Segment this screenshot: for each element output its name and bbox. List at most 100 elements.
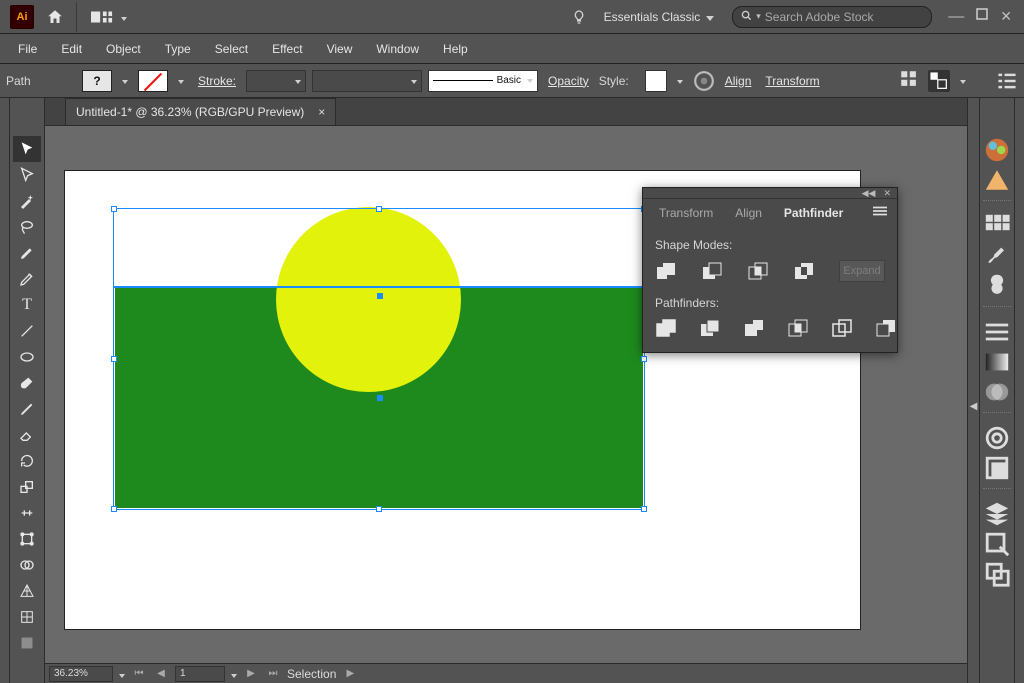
- line-segment-tool[interactable]: [13, 318, 41, 344]
- window-close-button[interactable]: ✕: [1000, 8, 1012, 26]
- curvature-tool[interactable]: [13, 266, 41, 292]
- status-play-button[interactable]: ▶: [342, 668, 358, 679]
- home-button[interactable]: [40, 2, 70, 32]
- artboard-number-field[interactable]: 1: [175, 666, 225, 682]
- last-artboard-button[interactable]: ⏭: [265, 668, 281, 679]
- crop-button[interactable]: [787, 318, 809, 338]
- type-tool[interactable]: T: [13, 292, 41, 318]
- appearance-panel-button[interactable]: [983, 424, 1011, 452]
- ellipse-tool[interactable]: [13, 344, 41, 370]
- panel-tab-align[interactable]: Align: [725, 201, 772, 225]
- selection-center-handle[interactable]: [377, 293, 383, 299]
- outline-button[interactable]: [831, 318, 853, 338]
- graphic-style-dropdown[interactable]: [673, 70, 687, 92]
- menu-edit[interactable]: Edit: [49, 36, 94, 62]
- stock-search-field[interactable]: ▾ Search Adobe Stock: [732, 6, 932, 28]
- unite-button[interactable]: [655, 261, 677, 281]
- asset-export-panel-button[interactable]: [983, 530, 1011, 558]
- paintbrush-tool[interactable]: [13, 370, 41, 396]
- color-guide-panel-button[interactable]: [983, 166, 1011, 194]
- trim-button[interactable]: [699, 318, 721, 338]
- edit-clip-button[interactable]: [928, 70, 950, 92]
- menu-view[interactable]: View: [315, 36, 365, 62]
- layers-panel-button[interactable]: [983, 500, 1011, 528]
- stroke-weight-field[interactable]: [246, 70, 306, 92]
- stroke-panel-link[interactable]: Stroke:: [194, 74, 240, 88]
- lasso-tool[interactable]: [13, 214, 41, 240]
- minus-front-button[interactable]: [701, 261, 723, 281]
- pen-tool[interactable]: [13, 240, 41, 266]
- zoom-dropdown-button[interactable]: [119, 667, 125, 681]
- gradient-panel-button[interactable]: [983, 348, 1011, 376]
- brush-definition-dropdown[interactable]: Basic: [428, 70, 538, 92]
- stroke-panel-button[interactable]: [983, 318, 1011, 346]
- rotate-tool[interactable]: [13, 448, 41, 474]
- panel-close-button[interactable]: ✕: [883, 188, 891, 199]
- divide-button[interactable]: [655, 318, 677, 338]
- menu-help[interactable]: Help: [431, 36, 480, 62]
- eraser-tool[interactable]: [13, 422, 41, 448]
- menu-window[interactable]: Window: [364, 36, 431, 62]
- isolate-button[interactable]: [900, 70, 922, 92]
- selection-handle[interactable]: [641, 356, 647, 362]
- selection-handle[interactable]: [376, 506, 382, 512]
- selection-handle[interactable]: [111, 206, 117, 212]
- fill-swatch-dropdown[interactable]: [118, 70, 132, 92]
- perspective-grid-tool[interactable]: [13, 578, 41, 604]
- shape-builder-tool[interactable]: [13, 552, 41, 578]
- graphic-styles-panel-button[interactable]: [983, 454, 1011, 482]
- gradient-tool[interactable]: [13, 630, 41, 656]
- workspace-switcher[interactable]: Essentials Classic: [594, 10, 725, 24]
- stroke-swatch[interactable]: [138, 70, 168, 92]
- edit-clip-dropdown[interactable]: [956, 70, 970, 92]
- panel-tab-transform[interactable]: Transform: [649, 201, 723, 225]
- document-tab-close-button[interactable]: ×: [318, 105, 325, 119]
- scale-tool[interactable]: [13, 474, 41, 500]
- zoom-level-field[interactable]: 36.23%: [49, 666, 113, 682]
- panel-flyout-menu-button[interactable]: [869, 200, 891, 225]
- prev-artboard-button[interactable]: ◀: [153, 668, 169, 679]
- selection-handle[interactable]: [111, 356, 117, 362]
- panel-collapse-button[interactable]: ◀◀: [862, 188, 876, 199]
- intersect-button[interactable]: [747, 261, 769, 281]
- fill-swatch[interactable]: [82, 70, 112, 92]
- window-minimize-button[interactable]: —: [948, 8, 964, 26]
- left-dock-gutter[interactable]: [0, 98, 10, 683]
- brushes-panel-button[interactable]: [983, 242, 1011, 270]
- selection-center-handle[interactable]: [377, 395, 383, 401]
- transparency-panel-button[interactable]: [983, 378, 1011, 406]
- selection-handle[interactable]: [641, 506, 647, 512]
- selection-handle[interactable]: [376, 206, 382, 212]
- selection-tool[interactable]: [13, 136, 41, 162]
- document-tab[interactable]: Untitled-1* @ 36.23% (RGB/GPU Preview) ×: [65, 98, 336, 125]
- exclude-button[interactable]: [793, 261, 815, 281]
- selection-bounding-box[interactable]: [113, 208, 645, 510]
- window-maximize-button[interactable]: [976, 8, 988, 26]
- graphic-style-swatch[interactable]: [645, 70, 667, 92]
- swatches-panel-button[interactable]: [983, 212, 1011, 240]
- next-artboard-button[interactable]: ▶: [243, 668, 259, 679]
- free-transform-tool[interactable]: [13, 526, 41, 552]
- menu-select[interactable]: Select: [203, 36, 260, 62]
- selection-handle[interactable]: [111, 506, 117, 512]
- menu-file[interactable]: File: [6, 36, 49, 62]
- artboard-dropdown-button[interactable]: [231, 667, 237, 681]
- opacity-panel-link[interactable]: Opacity: [544, 74, 593, 88]
- arrange-documents-dropdown[interactable]: [83, 4, 135, 30]
- merge-button[interactable]: [743, 318, 765, 338]
- minus-back-button[interactable]: [875, 318, 897, 338]
- pathfinder-panel[interactable]: ◀◀ ✕ Transform Align Pathfinder Shape Mo…: [642, 187, 898, 353]
- color-panel-button[interactable]: [983, 136, 1011, 164]
- recolor-artwork-button[interactable]: [693, 70, 715, 92]
- menu-type[interactable]: Type: [153, 36, 203, 62]
- pencil-tool[interactable]: [13, 396, 41, 422]
- direct-selection-tool[interactable]: [13, 162, 41, 188]
- mesh-tool[interactable]: [13, 604, 41, 630]
- stroke-swatch-dropdown[interactable]: [174, 70, 188, 92]
- symbols-panel-button[interactable]: [983, 272, 1011, 300]
- variable-width-profile-dropdown[interactable]: [312, 70, 422, 92]
- artboards-panel-button[interactable]: [983, 560, 1011, 588]
- transform-panel-link[interactable]: Transform: [761, 74, 823, 88]
- first-artboard-button[interactable]: ⏮: [131, 668, 147, 679]
- width-tool[interactable]: [13, 500, 41, 526]
